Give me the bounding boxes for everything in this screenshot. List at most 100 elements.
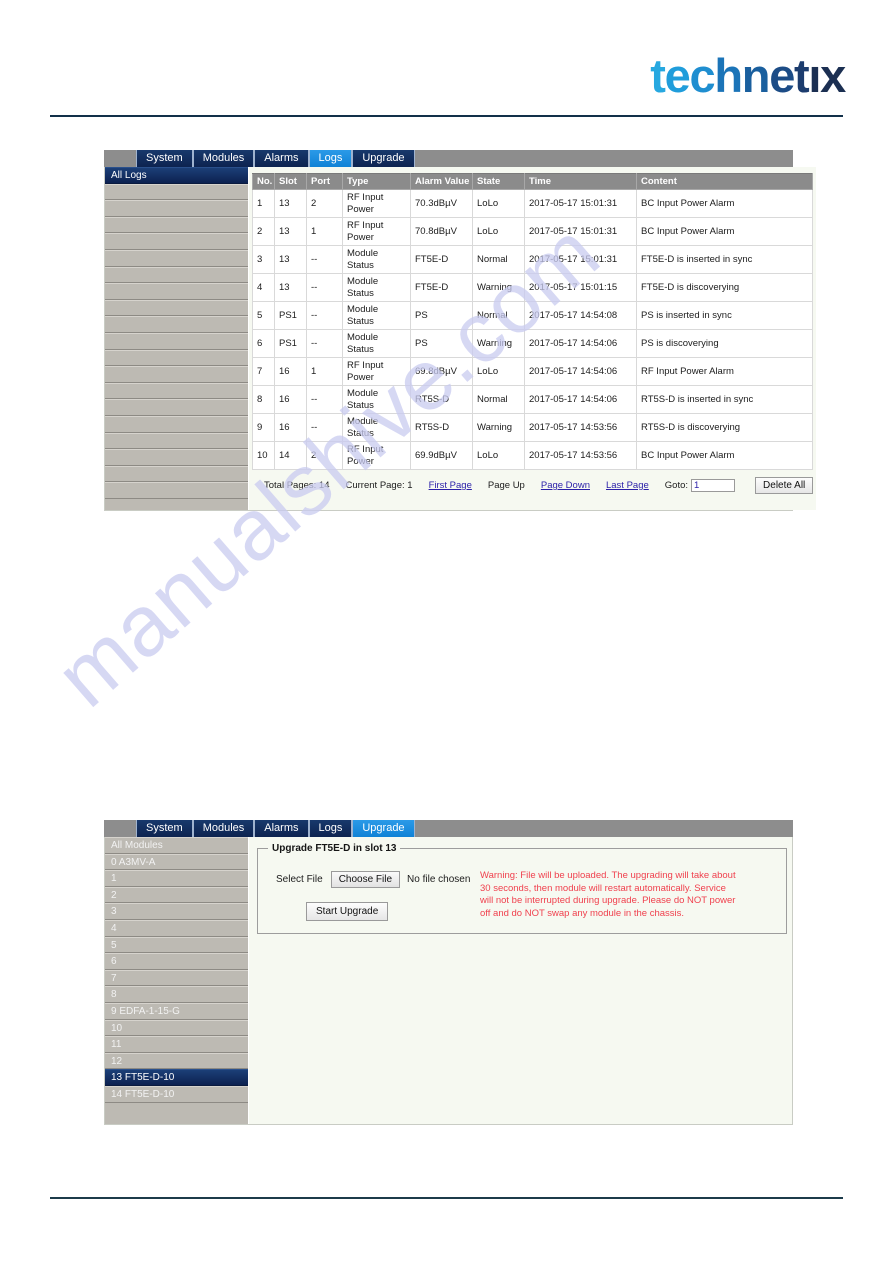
logs-sidebar-item-empty-5[interactable] xyxy=(105,249,248,267)
logs-table: No. Slot Port Type Alarm Value State Time Conte… xyxy=(252,173,814,470)
total-pages-label: Total Pages: 14 xyxy=(264,480,330,491)
logs-sidebar-item-empty-10[interactable] xyxy=(105,332,248,350)
logs-sidebar-item-empty-18[interactable] xyxy=(105,465,248,483)
logs-sidebar[interactable]: All Logs xyxy=(105,167,249,510)
cell-time: 2017-05-17 14:54:06 xyxy=(524,385,637,414)
upgrade-main-content: Upgrade FT5E-D in slot 13 Warning: File … xyxy=(249,837,792,1124)
cell-state: Normal xyxy=(472,245,525,274)
table-row: 3 13 -- Module Status FT5E-D Normal 2017-05-17… xyxy=(252,245,814,274)
delete-all-button[interactable]: Delete All xyxy=(755,477,814,494)
cell-content: BC Input Power Alarm xyxy=(635,441,814,470)
column-header-type: Type xyxy=(342,173,411,190)
upgrade-sidebar-item-6[interactable]: 6 xyxy=(105,953,248,970)
logs-tab-alarms[interactable]: Alarms xyxy=(254,150,309,167)
cell-alarm-value: PS xyxy=(410,301,473,330)
cell-state: LoLo xyxy=(472,189,525,218)
upgrade-sidebar-item-11[interactable]: 11 xyxy=(105,1036,248,1053)
upgrade-sidebar-item-3[interactable]: 3 xyxy=(105,903,248,920)
upgrade-sidebar-item-0-a3mv-a[interactable]: 0 A3MV-A xyxy=(105,853,248,871)
logs-sidebar-item-empty-19[interactable] xyxy=(105,482,248,499)
logs-sidebar-item-empty-17[interactable] xyxy=(105,449,248,466)
cell-content: BC Input Power Alarm xyxy=(635,189,814,218)
logs-sidebar-item-empty-9[interactable] xyxy=(105,316,248,333)
table-row: 1 13 2 RF Input Power 70.3dBµV LoLo 2017-05-17 … xyxy=(252,189,814,218)
logs-sidebar-item-empty-12[interactable] xyxy=(105,366,248,383)
page-down-link[interactable]: Page Down xyxy=(541,480,590,491)
upgrade-sidebar-item-14-ft5e-d-10[interactable]: 14 FT5E-D-10 xyxy=(105,1085,248,1103)
logs-sidebar-item-empty-13[interactable] xyxy=(105,382,248,400)
technetix-logo: technetıx xyxy=(650,49,846,102)
upgrade-app-panel: System Modules Alarms Logs Upgrade All Modul… xyxy=(104,820,793,1125)
cell-content: FT5E-D is inserted in sync xyxy=(635,245,814,274)
logs-app-panel: System Modules Alarms Logs Upgrade All Logs … xyxy=(104,150,817,511)
logs-table-header-row: No. Slot Port Type Alarm Value State Time Conte… xyxy=(252,173,814,190)
upgrade-tab-alarms[interactable]: Alarms xyxy=(254,820,309,837)
cell-port: -- xyxy=(306,385,343,414)
cell-state: LoLo xyxy=(472,441,525,470)
logs-sidebar-item-empty-11[interactable] xyxy=(105,349,248,367)
logs-sidebar-item-empty-4[interactable] xyxy=(105,233,248,250)
cell-port: 2 xyxy=(306,441,343,470)
logs-tab-bar: System Modules Alarms Logs Upgrade xyxy=(104,150,793,167)
goto-page-input[interactable] xyxy=(691,479,736,492)
cell-slot: 14 xyxy=(274,441,307,470)
first-page-link[interactable]: First Page xyxy=(429,480,472,491)
cell-type: Module Status xyxy=(342,301,411,330)
upgrade-body: All Modules 0 A3MV-A 1 2 3 4 5 6 7 8 9 EDFA-1-15-G… xyxy=(104,837,793,1125)
column-header-slot: Slot xyxy=(274,173,307,190)
cell-port: -- xyxy=(306,301,343,330)
cell-state: Normal xyxy=(472,385,525,414)
upgrade-legend: Upgrade FT5E-D in slot 13 xyxy=(272,843,397,854)
logs-sidebar-item-empty-3[interactable] xyxy=(105,216,248,234)
cell-type: Module Status xyxy=(342,273,411,302)
cell-no: 10 xyxy=(252,441,275,470)
logs-sidebar-item-empty-8[interactable] xyxy=(105,299,248,317)
start-upgrade-button[interactable]: Start Upgrade xyxy=(306,902,389,921)
upgrade-sidebar-item-7[interactable]: 7 xyxy=(105,969,248,987)
logs-sidebar-item-all-logs[interactable]: All Logs xyxy=(105,167,248,184)
logs-tab-modules[interactable]: Modules xyxy=(192,150,255,167)
logs-sidebar-item-empty-15[interactable] xyxy=(105,415,248,433)
logs-sidebar-item-empty-7[interactable] xyxy=(105,283,248,300)
upgrade-sidebar-item-8[interactable]: 8 xyxy=(105,986,248,1003)
cell-slot: 16 xyxy=(274,385,307,414)
table-row: 4 13 -- Module Status FT5E-D Warning 2017-05-1… xyxy=(252,273,814,302)
upgrade-sidebar-item-9-edfa-1-15-g[interactable]: 9 EDFA-1-15-G xyxy=(105,1002,248,1020)
cell-slot: 13 xyxy=(274,189,307,218)
upgrade-tab-upgrade[interactable]: Upgrade xyxy=(352,820,415,837)
upgrade-sidebar-item-10[interactable]: 10 xyxy=(105,1019,248,1037)
upgrade-tab-system[interactable]: System xyxy=(136,820,193,837)
upgrade-sidebar-item-all-modules[interactable]: All Modules xyxy=(105,837,248,854)
logs-sidebar-item-empty-16[interactable] xyxy=(105,432,248,450)
logs-tab-upgrade[interactable]: Upgrade xyxy=(352,150,415,167)
upgrade-sidebar-item-12[interactable]: 12 xyxy=(105,1052,248,1070)
column-header-content: Content xyxy=(635,173,814,190)
cell-no: 2 xyxy=(252,217,275,246)
cell-content: FT5E-D is discoverying xyxy=(635,273,814,302)
upgrade-sidebar-item-1[interactable]: 1 xyxy=(105,870,248,887)
cell-no: 3 xyxy=(252,245,275,274)
choose-file-button[interactable]: Choose File xyxy=(330,871,401,888)
logs-tab-logs[interactable]: Logs xyxy=(308,150,353,167)
page-up-link[interactable]: Page Up xyxy=(488,480,525,491)
upgrade-sidebar-item-2[interactable]: 2 xyxy=(105,886,248,904)
logs-body: All Logs No. Slot Port Type Alarm Value State… xyxy=(104,167,817,511)
last-page-link[interactable]: Last Page xyxy=(606,480,649,491)
cell-content: RF Input Power Alarm xyxy=(635,357,814,386)
logs-tab-system[interactable]: System xyxy=(136,150,193,167)
upgrade-sidebar[interactable]: All Modules 0 A3MV-A 1 2 3 4 5 6 7 8 9 EDFA-1-15-G… xyxy=(105,837,249,1124)
upgrade-tab-logs[interactable]: Logs xyxy=(308,820,353,837)
upgrade-sidebar-item-13-ft5e-d-10[interactable]: 13 FT5E-D-10 xyxy=(105,1069,248,1086)
table-row: 9 16 -- Module Status RT5S-D Warning 2017-05-1… xyxy=(252,413,814,442)
cell-time: 2017-05-17 15:01:31 xyxy=(524,245,637,274)
upgrade-sidebar-item-4[interactable]: 4 xyxy=(105,919,248,937)
logs-sidebar-item-empty-6[interactable] xyxy=(105,266,248,284)
cell-time: 2017-05-17 15:01:31 xyxy=(524,189,637,218)
logs-sidebar-item-empty-2[interactable] xyxy=(105,200,248,217)
upgrade-tab-modules[interactable]: Modules xyxy=(192,820,255,837)
logs-sidebar-item-empty-1[interactable] xyxy=(105,183,248,201)
upgrade-sidebar-item-5[interactable]: 5 xyxy=(105,936,248,954)
cell-slot: 16 xyxy=(274,413,307,442)
cell-alarm-value: PS xyxy=(410,329,473,358)
logs-sidebar-item-empty-14[interactable] xyxy=(105,399,248,416)
